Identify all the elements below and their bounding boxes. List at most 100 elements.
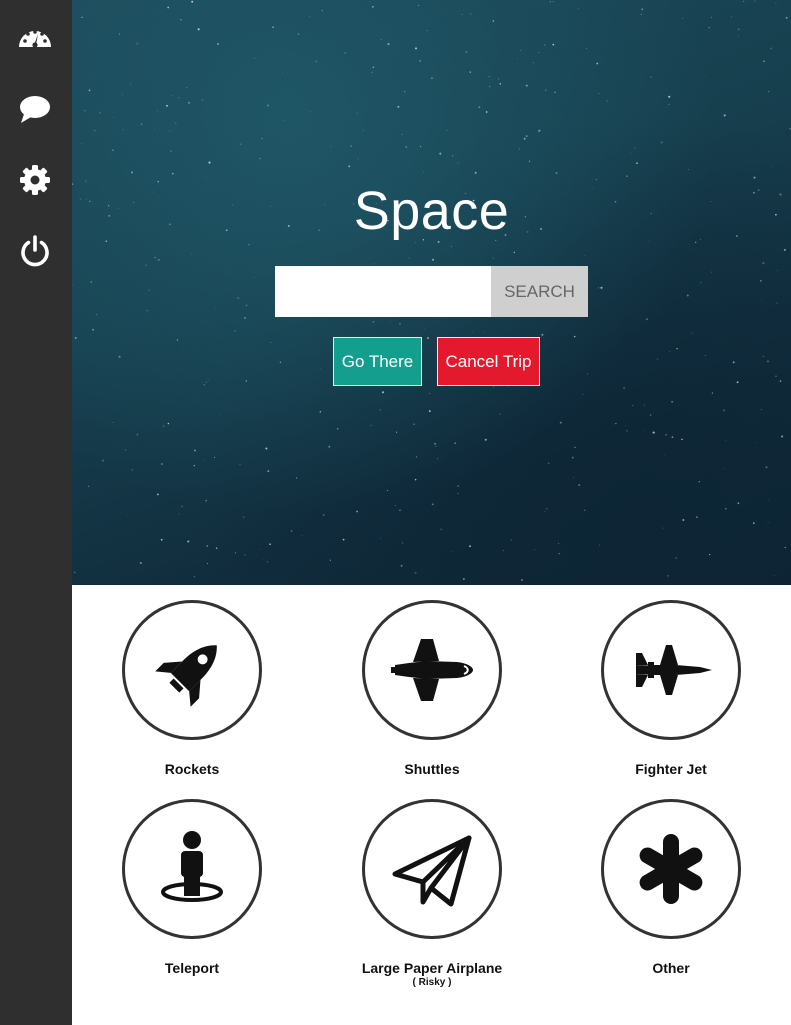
star <box>193 464 196 467</box>
cancel-trip-button[interactable]: Cancel Trip <box>437 337 540 386</box>
option-fighter-jet[interactable]: Fighter Jet <box>571 600 771 777</box>
star <box>350 145 352 147</box>
star <box>244 554 246 556</box>
star <box>122 129 124 131</box>
star <box>146 309 149 312</box>
star <box>725 440 727 442</box>
star <box>136 42 139 45</box>
star <box>457 162 459 164</box>
star <box>356 510 358 513</box>
star <box>245 304 248 307</box>
star <box>118 33 121 35</box>
star <box>704 355 706 356</box>
option-label: Rockets <box>164 761 220 777</box>
star <box>754 0 756 2</box>
star <box>573 335 576 338</box>
option-paper-airplane[interactable]: Large Paper Airplane ( Risky ) <box>332 799 532 988</box>
star <box>328 445 331 448</box>
dashboard-button[interactable] <box>16 19 54 57</box>
star <box>763 60 765 62</box>
star <box>215 308 217 310</box>
star <box>414 571 417 574</box>
star <box>124 449 127 451</box>
star <box>419 145 422 148</box>
star <box>208 161 211 164</box>
star <box>723 468 724 469</box>
star <box>783 248 786 251</box>
star <box>81 16 83 19</box>
star <box>499 83 502 85</box>
star <box>544 89 547 92</box>
star <box>606 100 609 102</box>
star <box>431 503 434 506</box>
go-there-button[interactable]: Go There <box>333 337 422 386</box>
star <box>767 90 770 93</box>
option-teleport[interactable]: Teleport <box>92 799 292 976</box>
option-circle <box>601 799 741 939</box>
star <box>215 547 218 549</box>
star <box>207 378 209 381</box>
star <box>520 49 522 52</box>
star <box>582 393 584 395</box>
star <box>660 141 663 144</box>
star <box>686 294 689 297</box>
star <box>76 113 78 114</box>
star <box>93 129 96 132</box>
star <box>682 17 684 19</box>
star <box>372 321 375 323</box>
star <box>671 436 674 438</box>
star <box>154 128 155 130</box>
star <box>696 516 698 518</box>
chat-button[interactable] <box>16 90 54 128</box>
star <box>140 123 143 126</box>
star <box>784 546 786 549</box>
search-button[interactable]: SEARCH <box>491 266 588 317</box>
star <box>517 83 518 84</box>
star <box>725 507 727 510</box>
star <box>203 459 205 461</box>
star <box>768 499 770 501</box>
dashboard-icon <box>19 30 51 48</box>
star <box>639 79 641 81</box>
star <box>542 4 543 5</box>
star <box>753 176 756 179</box>
star <box>290 530 293 532</box>
star <box>357 165 359 167</box>
star <box>178 97 180 99</box>
star <box>167 6 170 9</box>
option-rockets[interactable]: Rockets <box>92 600 292 777</box>
star <box>112 149 114 151</box>
star <box>301 535 303 537</box>
star <box>711 392 713 394</box>
star <box>136 433 139 436</box>
option-other[interactable]: Other <box>571 799 771 976</box>
star <box>492 385 495 388</box>
star <box>380 538 382 540</box>
option-label: Other <box>652 960 690 976</box>
star <box>234 552 237 554</box>
star <box>682 519 685 521</box>
star <box>423 171 424 173</box>
star <box>525 135 528 138</box>
star <box>380 38 382 40</box>
star <box>689 471 691 473</box>
option-shuttles[interactable]: Shuttles <box>332 600 532 777</box>
star <box>390 321 391 322</box>
search-input[interactable] <box>275 266 492 317</box>
star <box>370 424 372 427</box>
power-button[interactable] <box>16 232 54 270</box>
star <box>267 470 270 473</box>
star <box>357 157 359 160</box>
star <box>419 60 421 62</box>
star <box>767 522 769 524</box>
star <box>492 20 495 22</box>
settings-button[interactable] <box>16 161 54 199</box>
star <box>434 443 436 445</box>
star <box>145 264 148 267</box>
star <box>521 579 523 581</box>
star <box>669 351 670 352</box>
star <box>478 106 481 109</box>
star <box>183 349 185 351</box>
star <box>181 505 183 507</box>
star <box>197 28 200 31</box>
